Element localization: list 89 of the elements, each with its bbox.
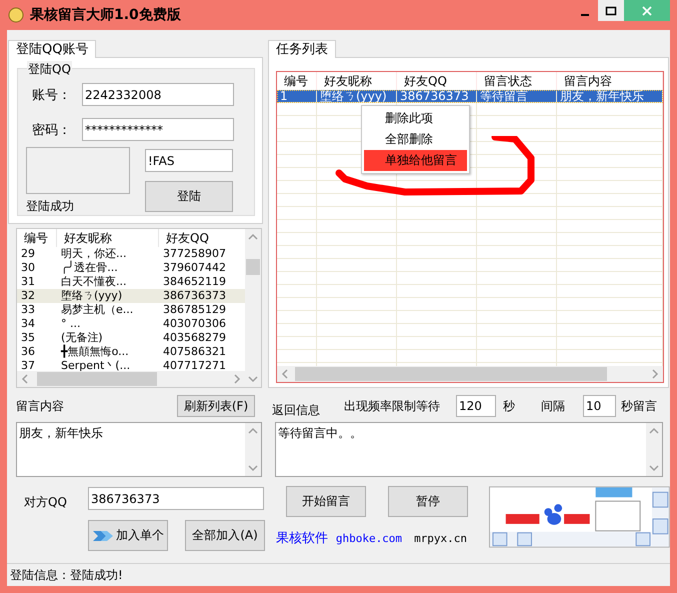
list-row[interactable]: 31 白天不懂夜... 384652119: [17, 275, 245, 289]
pause-button[interactable]: 暂停: [388, 486, 468, 517]
menu-item[interactable]: 单独给他留言: [364, 150, 467, 171]
list-row[interactable]: 30 ╭╯透在骨... 379607442: [17, 261, 245, 275]
table-cell-text: 33: [20, 303, 36, 317]
list-row[interactable]: 34 ° ... 403070306: [17, 317, 245, 331]
interval-field[interactable]: 10: [583, 395, 616, 417]
column-header[interactable]: 编号: [17, 229, 57, 247]
table-cell-text: 403070306: [162, 317, 227, 331]
status-text: 登陆信息：登陆成功!: [10, 566, 123, 584]
close-icon: [641, 6, 653, 16]
table-cell-text: 407586321: [162, 345, 227, 359]
table-cell-text: 36: [20, 345, 36, 359]
unit-label: 秒留言: [621, 398, 657, 414]
table-cell-text: 403568279: [162, 331, 227, 345]
scrollbar[interactable]: [245, 423, 261, 476]
list-row[interactable]: 36 ╋無顛無悔o... 407586321: [17, 345, 245, 359]
menu-item[interactable]: 删除此项: [364, 108, 467, 129]
table-cell-text: 30: [20, 261, 36, 275]
table-cell-text: 29: [20, 247, 36, 261]
field-label: 对方QQ: [23, 494, 68, 511]
scrollbar[interactable]: [277, 366, 663, 382]
table-cell-text: 379607442: [162, 261, 227, 275]
list-row[interactable]: 33 易梦主机（e... 386785129: [17, 303, 245, 317]
section-label: 返回信息: [272, 402, 321, 418]
field-label: 账号：: [31, 86, 72, 104]
tab[interactable]: 任务列表: [268, 40, 336, 58]
table-cell-text: 35: [20, 331, 36, 345]
list-row[interactable]: 1 堕络ㄋ(yyy) 386736373 等待留言 朋友，新年快乐: [277, 90, 663, 103]
table-cell-text: 32: [20, 289, 36, 303]
table-cell-text: 34: [20, 317, 36, 331]
unit-label: 秒: [503, 398, 516, 414]
tab[interactable]: 登陆QQ账号: [8, 40, 96, 58]
wait-field[interactable]: 120: [456, 395, 496, 417]
start-button[interactable]: 开始留言: [286, 486, 366, 517]
list-row[interactable]: 29 明天，你还... 377258907: [17, 247, 245, 261]
table-cell: 1: [277, 90, 317, 103]
login-button[interactable]: 登陆: [145, 181, 233, 212]
qq-field[interactable]: 386736373: [88, 487, 264, 510]
table-cell-text: ╋無顛無悔o...: [60, 345, 130, 359]
group-title: 登陆QQ: [27, 61, 72, 78]
table-cell-text: 386736373: [162, 289, 227, 303]
table-cell-text: 37: [20, 359, 36, 371]
maximize-button[interactable]: [598, 0, 624, 21]
menu-item[interactable]: 全部删除: [364, 129, 467, 150]
captcha-field[interactable]: !FAS: [145, 149, 233, 172]
add-all-button[interactable]: 全部加入(A): [185, 520, 265, 551]
list-row[interactable]: 32 堕络ㄋ(yyy) 386736373: [17, 289, 245, 303]
table-cell-text: 明天，你还...: [60, 247, 128, 260]
scrollbar[interactable]: [17, 371, 245, 387]
response-field[interactable]: 等待留言中。。: [275, 422, 663, 477]
table-cell-text: 易梦主机（e...: [60, 303, 134, 317]
scrollbar[interactable]: [245, 229, 261, 387]
list-row[interactable]: 37 Serpent丶(... 407717271: [17, 359, 245, 371]
table-cell-text: 377258907: [162, 247, 227, 261]
table-cell-text: 堕络ㄋ(yyy): [60, 289, 124, 303]
table-cell: 386736373: [397, 90, 477, 103]
message-field[interactable]: 朋友，新年快乐: [16, 422, 262, 477]
table-cell: 堕络ㄋ(yyy): [317, 90, 397, 103]
field-label: 间隔: [541, 398, 566, 414]
table-cell-text: 384652119: [162, 275, 227, 289]
link[interactable]: 果核软件: [276, 529, 328, 547]
table-cell-text: 白天不懂夜...: [60, 275, 128, 289]
table-cell: 等待留言: [477, 90, 557, 103]
link[interactable]: mrpyx.cn: [414, 532, 468, 544]
app-icon: [8, 7, 24, 23]
scrollbar[interactable]: [646, 423, 662, 476]
input-field[interactable]: 2242332008: [82, 83, 234, 106]
field-label: 密码：: [31, 122, 72, 138]
password-field[interactable]: *************: [82, 118, 234, 141]
maximize-icon: [605, 6, 617, 16]
table-cell-text: 407717271: [162, 359, 227, 371]
list-row[interactable]: 35 (无备注) 403568279: [17, 331, 245, 345]
refresh-button[interactable]: 刷新列表(F): [177, 395, 255, 417]
table-cell: 朋友，新年快乐: [557, 90, 663, 103]
field-label: 出现频率限制等待: [344, 398, 441, 414]
minimize-icon: [581, 14, 589, 16]
table-cell-text: 386785129: [162, 303, 227, 317]
link[interactable]: ghboke.com: [336, 532, 402, 544]
column-header[interactable]: 好友昵称: [57, 229, 159, 247]
table-cell-text: 31: [20, 275, 36, 289]
table-cell-text: (无备注): [60, 331, 104, 344]
window-title: 果核留言大师1.0免费版: [30, 6, 181, 24]
table-cell-text: ╭╯透在骨...: [60, 261, 119, 275]
table-cell-text: Serpent丶(...: [60, 359, 132, 371]
add-one-button[interactable]: 加入单个: [88, 520, 168, 551]
section-label: 留言内容: [15, 398, 65, 414]
table-cell-text: ° ...: [60, 317, 82, 331]
login-status: 登陆成功: [26, 198, 75, 215]
